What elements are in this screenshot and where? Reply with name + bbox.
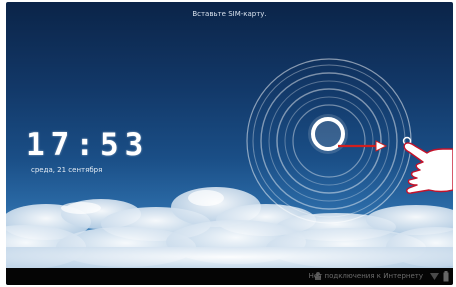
swipe-arrow-icon: [338, 140, 388, 152]
sim-card-message: Вставьте SIM-карту.: [192, 10, 267, 18]
network-status-text: Нет подключения к Интернету: [308, 272, 423, 280]
screenshot-frame: Вставьте SIM-карту. 17:53 среда, 21 сент…: [0, 0, 456, 287]
wifi-signal-icon: [430, 273, 439, 280]
lockscreen-clock: 17:53: [26, 127, 150, 163]
lockscreen-date: среда, 21 сентября: [31, 166, 103, 174]
lock-screen: Вставьте SIM-карту. 17:53 среда, 21 сент…: [6, 2, 453, 285]
system-bar: Нет подключения к Интернету: [6, 268, 453, 285]
battery-icon: [443, 271, 449, 282]
pointing-hand-icon: [403, 142, 453, 194]
